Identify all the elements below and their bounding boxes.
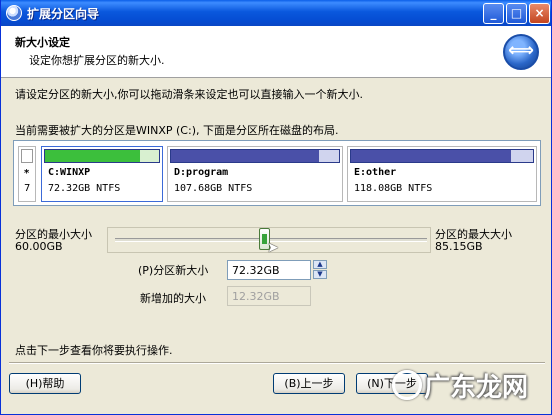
watermark-text: 广东龙网 bbox=[424, 373, 529, 403]
close-button[interactable]: × bbox=[529, 3, 550, 24]
partition-size: 72.32GB NTFS bbox=[48, 183, 121, 194]
footer-hint: 点击下一步查看你将要执行操作. bbox=[15, 344, 173, 357]
wizard-header: 新大小设定 设定你想扩展分区的新大小. ⟺ bbox=[1, 26, 551, 78]
partition-size: 107.68GB NTFS bbox=[174, 183, 253, 194]
usage-fill bbox=[171, 150, 319, 162]
partition-e[interactable]: E:other 118.08GB NTFS bbox=[347, 146, 537, 202]
page-subtitle: 设定你想扩展分区的新大小. bbox=[29, 54, 165, 67]
page-title: 新大小设定 bbox=[15, 36, 70, 49]
title-bar[interactable]: 扩展分区向导 _ □ × bbox=[1, 0, 551, 26]
unallocated-size: 7 bbox=[24, 183, 31, 194]
usage-fill bbox=[45, 150, 140, 162]
unallocated-mark: * bbox=[24, 168, 30, 179]
usage-bar bbox=[350, 149, 534, 163]
wizard-window: 扩展分区向导 _ □ × 新大小设定 设定你想扩展分区的新大小. ⟺ 请设定分区… bbox=[0, 0, 552, 415]
unallocated-space[interactable]: * 7 bbox=[18, 146, 36, 202]
app-icon bbox=[6, 5, 22, 21]
back-button[interactable]: (B)上一步 bbox=[273, 373, 345, 394]
partition-size: 118.08GB NTFS bbox=[354, 183, 433, 194]
partition-d[interactable]: D:program 107.68GB NTFS bbox=[167, 146, 343, 202]
help-button[interactable]: (H)帮助 bbox=[9, 373, 81, 394]
added-size-label: 新增加的大小 bbox=[140, 292, 206, 305]
min-size-value: 60.00GB bbox=[15, 240, 63, 253]
spin-up-icon[interactable]: ▲ bbox=[313, 260, 327, 269]
disk-layout: * 7 C:WINXP 72.32GB NTFS D:program 107.6… bbox=[13, 140, 541, 206]
footer-divider bbox=[9, 362, 545, 364]
partition-c[interactable]: C:WINXP 72.32GB NTFS bbox=[41, 146, 163, 202]
partition-name: D:program bbox=[174, 167, 229, 178]
watermark-logo-icon bbox=[392, 370, 422, 400]
max-size-value: 85.15GB bbox=[435, 240, 483, 253]
usage-bar bbox=[44, 149, 160, 163]
wizard-arrows-icon: ⟺ bbox=[503, 34, 539, 70]
window-title: 扩展分区向导 bbox=[27, 7, 100, 21]
partition-name: C:WINXP bbox=[48, 167, 91, 178]
usage-fill bbox=[351, 150, 512, 162]
instruction-text: 请设定分区的新大小,你可以拖动滑条来设定也可以直接输入一个新大小. bbox=[15, 88, 363, 101]
minimize-button[interactable]: _ bbox=[483, 3, 504, 24]
maximize-button[interactable]: □ bbox=[506, 3, 527, 24]
partition-info-text: 当前需要被扩大的分区是WINXP (C:), 下面是分区所在磁盘的布局. bbox=[15, 124, 339, 137]
new-size-input[interactable] bbox=[227, 260, 311, 280]
unallocated-bar bbox=[21, 149, 33, 163]
spin-down-icon[interactable]: ▼ bbox=[313, 270, 327, 279]
usage-bar bbox=[170, 149, 340, 163]
new-size-label: (P)分区新大小 bbox=[138, 264, 209, 277]
partition-name: E:other bbox=[354, 167, 397, 178]
added-size-field bbox=[227, 286, 311, 306]
mouse-cursor-icon: ➤ bbox=[267, 240, 279, 256]
